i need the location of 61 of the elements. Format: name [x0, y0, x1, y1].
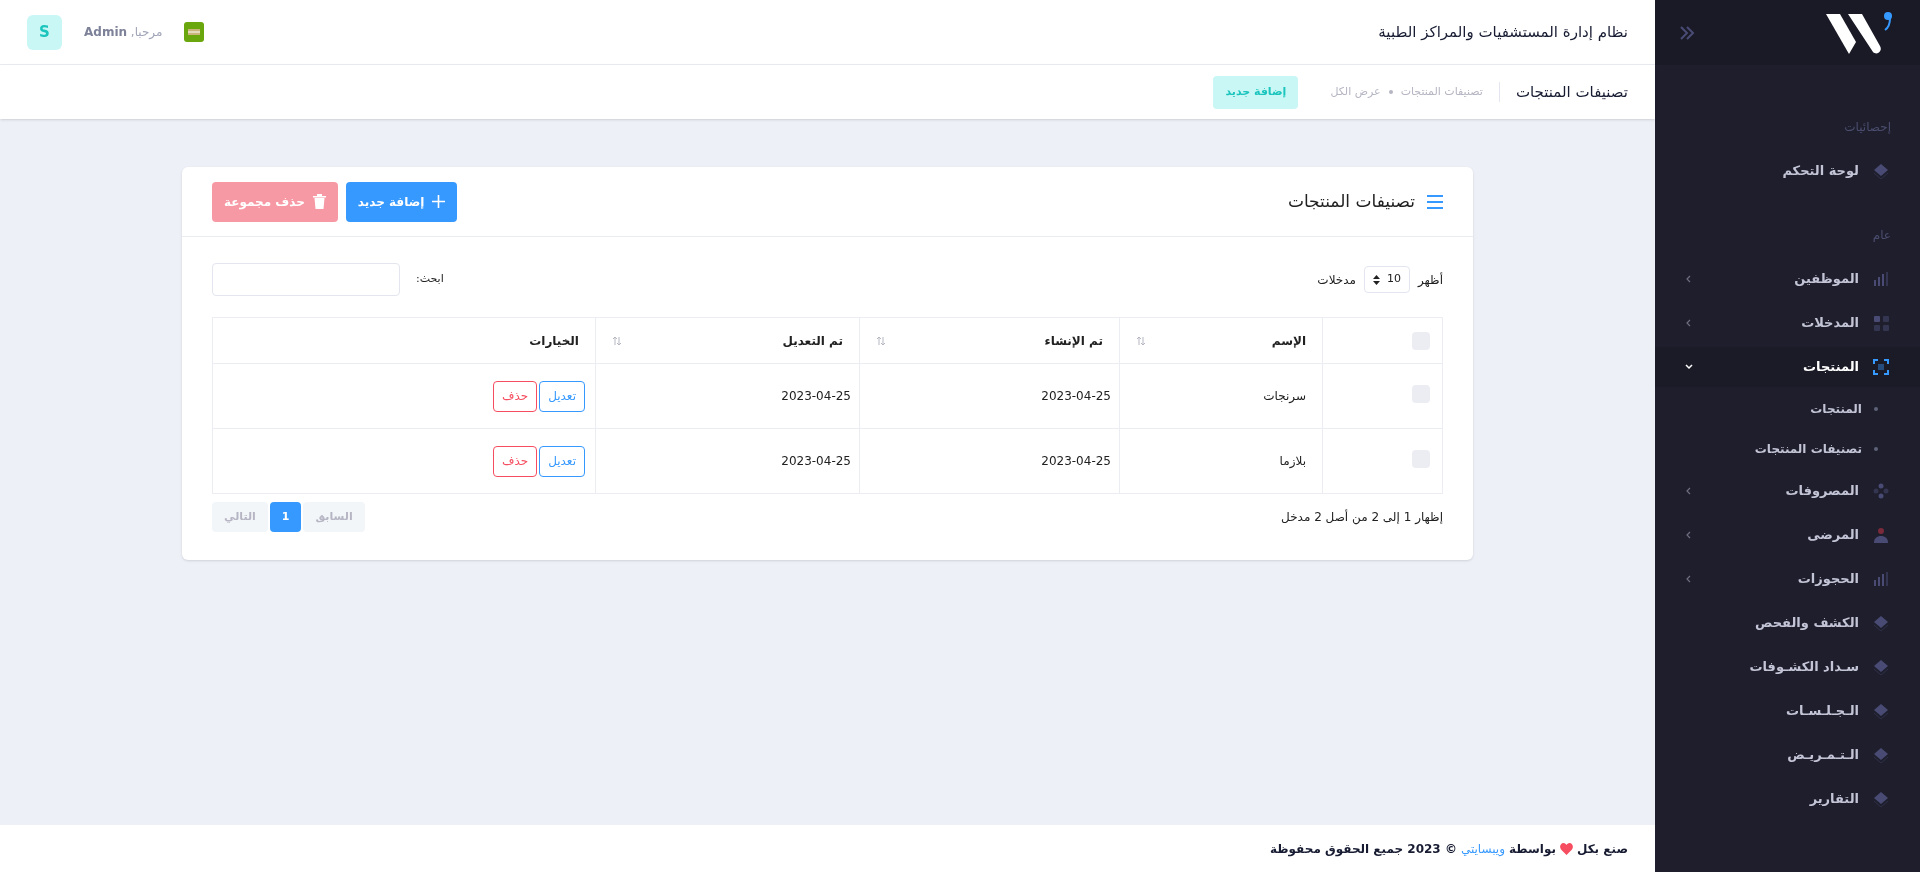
- sidebar-section-title: عام: [1872, 227, 1891, 244]
- card-title: تصنيفات المنتجات: [1287, 189, 1415, 213]
- sidebar-subitem[interactable]: تصنيفات المنتجات: [1655, 429, 1920, 469]
- sidebar-item[interactable]: المنتجات: [1655, 347, 1920, 387]
- sort-icon: [612, 335, 622, 346]
- bullet-icon: [1874, 407, 1878, 411]
- table-header-cell[interactable]: تم التعديل: [595, 317, 860, 364]
- bar-chart-icon: [1873, 572, 1889, 586]
- sort-icon: [876, 335, 886, 346]
- layers-icon: [1873, 791, 1889, 807]
- sidebar-item[interactable]: الحجوزات: [1655, 559, 1920, 599]
- sidebar-item[interactable]: الـتـمـريـض: [1655, 735, 1920, 775]
- sidebar-item[interactable]: التقارير: [1655, 779, 1920, 819]
- table-cell: 2023-04-25: [595, 428, 860, 494]
- footer-text: صنع بكل بواسطة ويبسايتي © 2023 جميع الحقوق محفوظة: [1270, 839, 1628, 858]
- sidebar-item[interactable]: سـداد الكشـوفات: [1655, 647, 1920, 687]
- layers-icon: [1873, 703, 1889, 719]
- sidebar-item[interactable]: المرضى: [1655, 515, 1920, 555]
- sidebar-section-title: إحصائيات: [1844, 119, 1891, 136]
- person-icon: [1873, 527, 1889, 543]
- layers-icon: [1873, 163, 1889, 179]
- flag-icon[interactable]: [184, 22, 205, 42]
- layers-icon: [1873, 747, 1889, 763]
- table-header-cell[interactable]: الإسم: [1119, 317, 1323, 364]
- table-info: إظهار 1 إلى 2 من أصل 2 مدخل: [1281, 508, 1443, 526]
- table-cell: سرنجات: [1119, 363, 1323, 429]
- table-cell: 2023-04-25: [595, 363, 860, 429]
- length-label: مدخلات: [1317, 271, 1356, 289]
- sidebar-item[interactable]: المدخلات: [1655, 303, 1920, 343]
- page-length-select[interactable]: 10: [1363, 266, 1410, 293]
- search-label: ابحث:: [416, 271, 444, 288]
- table-cell: بلازما: [1119, 428, 1323, 494]
- dots-icon: [1873, 483, 1889, 499]
- sidebar-item[interactable]: الـجـلـسـات: [1655, 691, 1920, 731]
- bar-chart-icon: [1873, 272, 1889, 286]
- sidebar-item[interactable]: المصروفات: [1655, 471, 1920, 511]
- bullet-icon: [1388, 90, 1393, 94]
- bullet-icon: [1874, 447, 1878, 451]
- trash-icon: [312, 194, 326, 209]
- updown-icon: [1372, 274, 1380, 285]
- sidebar-item[interactable]: لوحة التحكم: [1655, 151, 1920, 191]
- table-header-cell[interactable]: تم الإنشاء: [859, 317, 1120, 364]
- sort-icon: [1136, 335, 1146, 346]
- layers-icon: [1873, 659, 1889, 675]
- grid-icon: [1873, 315, 1889, 331]
- table-header-cell[interactable]: الخيارات: [212, 317, 596, 364]
- sidebar-item[interactable]: الموظفين: [1655, 259, 1920, 299]
- table-cell: 2023-04-25: [859, 428, 1120, 494]
- app-title: نظام إدارة المستشفيات والمراكز الطبية: [1378, 21, 1628, 43]
- heart-icon: [1559, 842, 1573, 855]
- collapse-icon[interactable]: [1679, 25, 1695, 40]
- plus-icon: [432, 195, 446, 208]
- length-label: أظهر: [1417, 271, 1443, 289]
- layers-icon: [1873, 615, 1889, 631]
- sidebar-subitem[interactable]: المنتجات: [1655, 389, 1920, 429]
- page-title: تصنيفات المنتجات: [1515, 81, 1628, 103]
- sidebar-item[interactable]: الكشف والفحص: [1655, 603, 1920, 643]
- table-cell: 2023-04-25: [859, 363, 1120, 429]
- brackets-icon: [1873, 359, 1889, 375]
- menu-icon: [1427, 194, 1443, 209]
- search-field[interactable]: [212, 263, 400, 296]
